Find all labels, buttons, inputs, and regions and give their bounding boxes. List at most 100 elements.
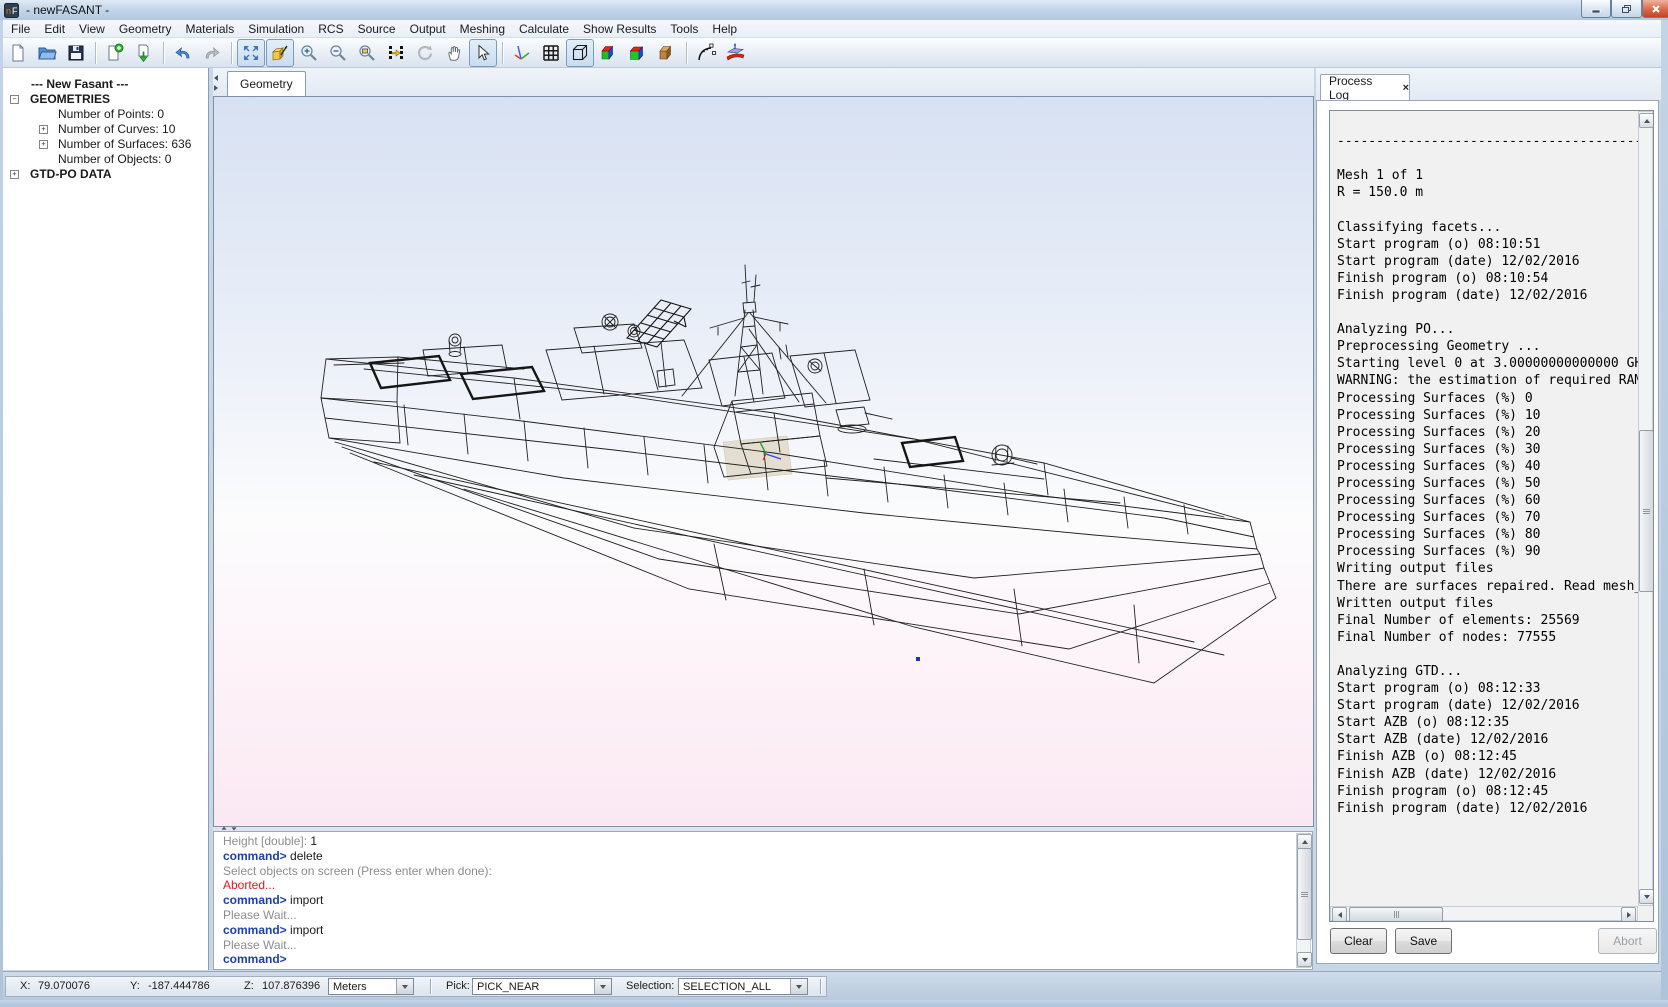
new-page-plus-button[interactable] [101,39,129,67]
scroll-left-button[interactable] [1332,907,1347,922]
panel-splitter-arrows[interactable] [214,75,218,91]
log-hscrollbar[interactable] [1330,906,1638,921]
pick-dropdown[interactable]: PICK_NEAR [472,978,612,995]
tree-item-number-of-points[interactable]: Number of Points: 0 [3,107,208,122]
zoom-window-button[interactable] [353,39,381,67]
open-button[interactable] [33,39,61,67]
console-scrollbar[interactable] [1296,833,1311,968]
toolbar-separator [502,42,504,64]
fit-view-button[interactable] [237,39,265,67]
close-button[interactable] [1642,0,1668,18]
menu-item-help[interactable]: Help [705,21,744,37]
shaded-cube-green-button[interactable] [624,39,652,67]
selection-dropdown[interactable]: SELECTION_ALL [678,978,808,995]
menu-item-materials[interactable]: Materials [179,21,242,37]
log-line: Analyzing GTD... [1337,663,1654,680]
tree-item-number-of-objects[interactable]: Number of Objects: 0 [3,152,208,167]
command-console[interactable]: Height [double]: 1command> deleteSelect … [213,831,1313,970]
select-button[interactable] [469,39,497,67]
console-scroll-thumb[interactable] [1297,848,1312,940]
save-log-button[interactable]: Save [1395,928,1452,954]
scroll-up-button[interactable] [1297,834,1312,849]
scroll-down-icon [1302,958,1308,962]
tab-geometry[interactable]: Geometry [227,71,306,97]
tree-item-gtd-po-data[interactable]: +GTD-PO DATA [3,167,208,182]
expand-icon[interactable]: + [10,170,19,179]
move-view-button[interactable] [382,39,410,67]
new-file-button[interactable] [4,39,32,67]
expand-icon[interactable]: + [39,140,48,149]
undo-button[interactable] [169,39,197,67]
scroll-down-button[interactable] [1297,952,1312,967]
title-bar[interactable]: n F - newFASANT - [0,0,1668,21]
process-log-output[interactable]: ----------------------------------------… [1329,110,1654,922]
tree-item-new-fasant[interactable]: --- New Fasant --- [3,77,208,92]
undo-icon [173,43,193,63]
move-view-icon [386,43,406,63]
log-vscrollbar[interactable] [1638,111,1653,906]
status-separator [820,979,822,994]
tab-process-log[interactable]: Process Log × [1320,74,1410,100]
scroll-up-button[interactable] [1639,113,1654,128]
scroll-right-button[interactable] [1621,907,1636,922]
z-coordinate-label: Z: [244,980,254,992]
scroll-down-button[interactable] [1639,889,1654,904]
menu-item-source[interactable]: Source [351,21,403,37]
pan-hand-icon [444,43,464,63]
menu-item-view[interactable]: View [72,21,112,37]
menu-item-rcs[interactable]: RCS [311,21,350,37]
tree-item-label: Number of Objects: 0 [58,152,171,167]
shaded-cube-green-icon [628,43,648,63]
abort-button[interactable]: Abort [1598,928,1657,954]
close-tab-icon[interactable]: × [1403,82,1409,94]
log-line: Processing Surfaces (%) 40 [1337,458,1654,475]
wireframe-cube-button[interactable] [566,39,594,67]
menu-item-show-results[interactable]: Show Results [576,21,663,37]
expand-icon[interactable]: + [39,125,48,134]
menu-item-output[interactable]: Output [403,21,453,37]
menu-item-tools[interactable]: Tools [663,21,705,37]
shaded-cube-rgb-button[interactable] [595,39,623,67]
axes-button[interactable] [508,39,536,67]
menu-bar: FileEditViewGeometryMaterialsSimulationR… [0,20,1668,38]
grid-button[interactable] [537,39,565,67]
log-line: Final Number of elements: 25569 [1337,612,1654,629]
curve-tool-button[interactable] [692,39,720,67]
menu-item-simulation[interactable]: Simulation [241,21,311,37]
menu-item-calculate[interactable]: Calculate [512,21,576,37]
pan-button[interactable] [440,39,468,67]
units-value: Meters [329,981,396,993]
minimize-button[interactable] [1581,0,1611,18]
save-button[interactable] [62,39,90,67]
log-vscroll-thumb[interactable] [1639,430,1654,592]
log-line: Processing Surfaces (%) 90 [1337,543,1654,560]
tree-item-number-of-surfaces[interactable]: +Number of Surfaces: 636 [3,137,208,152]
restore-button[interactable] [1611,0,1642,18]
new-page-plus-icon [105,43,125,63]
tree-item-geometries[interactable]: −GEOMETRIES [3,92,208,107]
process-log-tab-label: Process Log [1329,74,1395,102]
surface-tool-button[interactable] [721,39,749,67]
redo-button[interactable] [198,39,226,67]
log-line: ----------------------------------------… [1337,133,1654,150]
clear-button[interactable]: Clear [1330,928,1387,954]
solid-cube-button[interactable] [653,39,681,67]
menu-item-file[interactable]: File [4,21,37,37]
log-line: Preprocessing Geometry ... [1337,338,1654,355]
zoom-out-button[interactable] [324,39,352,67]
collapse-icon[interactable]: − [10,95,19,104]
log-line: Start program (o) 08:12:33 [1337,680,1654,697]
units-dropdown[interactable]: Meters [328,978,414,995]
tree-item-number-of-curves[interactable]: +Number of Curves: 10 [3,122,208,137]
import-page-button[interactable] [130,39,158,67]
menu-item-meshing[interactable]: Meshing [453,21,512,37]
log-hscroll-thumb[interactable] [1349,907,1443,922]
menu-item-geometry[interactable]: Geometry [112,21,179,37]
x-coordinate-value: 79.070076 [38,980,90,992]
view-3d-extrude-button[interactable] [266,39,294,67]
zoom-in-button[interactable] [295,39,323,67]
rotate-view-button[interactable] [411,39,439,67]
geometry-viewport[interactable] [213,96,1314,827]
log-line: Finish program (o) 08:12:45 [1337,783,1654,800]
menu-item-edit[interactable]: Edit [37,21,72,37]
